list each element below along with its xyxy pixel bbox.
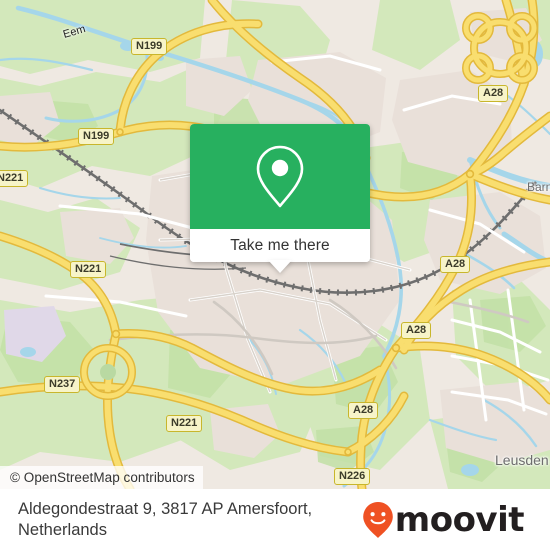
shield-n221-2: N221 [70, 261, 107, 278]
map-viewport[interactable]: N199 N199 N221 N221 N237 N221 A28 A28 A2… [0, 0, 550, 489]
card-pointer-tail [268, 260, 292, 273]
card-cta[interactable]: Take me there [190, 229, 370, 262]
moovit-logo[interactable]: moovit [362, 501, 538, 539]
shield-n237: N237 [44, 376, 81, 393]
card-marker-area [190, 124, 370, 229]
shield-a28-2: A28 [440, 256, 471, 273]
map-pin-icon [256, 145, 304, 207]
shield-a28-3: A28 [401, 322, 432, 339]
map-attribution[interactable]: © OpenStreetMap contributors [0, 466, 203, 489]
shield-n199-1: N199 [131, 38, 168, 55]
shield-n226: N226 [334, 468, 371, 485]
shield-n221-3: N221 [166, 415, 203, 432]
moovit-smiley-pin-icon [362, 501, 393, 538]
place-label-barn: Barn [527, 180, 550, 194]
shield-n199-2: N199 [78, 128, 115, 145]
shield-n221-1: N221 [0, 170, 29, 187]
moovit-location-card: N199 N199 N221 N221 N237 N221 A28 A28 A2… [0, 0, 550, 550]
moovit-wordmark: moovit [394, 499, 525, 540]
place-label-leusden: Leusden [495, 452, 549, 468]
shield-a28-1: A28 [478, 85, 509, 102]
take-me-there-card[interactable]: Take me there [190, 124, 370, 262]
shield-a28-4: A28 [348, 402, 379, 419]
location-address: Aldegondestraat 9, 3817 AP Amersfoort, N… [18, 499, 313, 539]
card-cta-label: Take me there [230, 236, 330, 254]
footer-bar: Aldegondestraat 9, 3817 AP Amersfoort, N… [0, 489, 550, 550]
